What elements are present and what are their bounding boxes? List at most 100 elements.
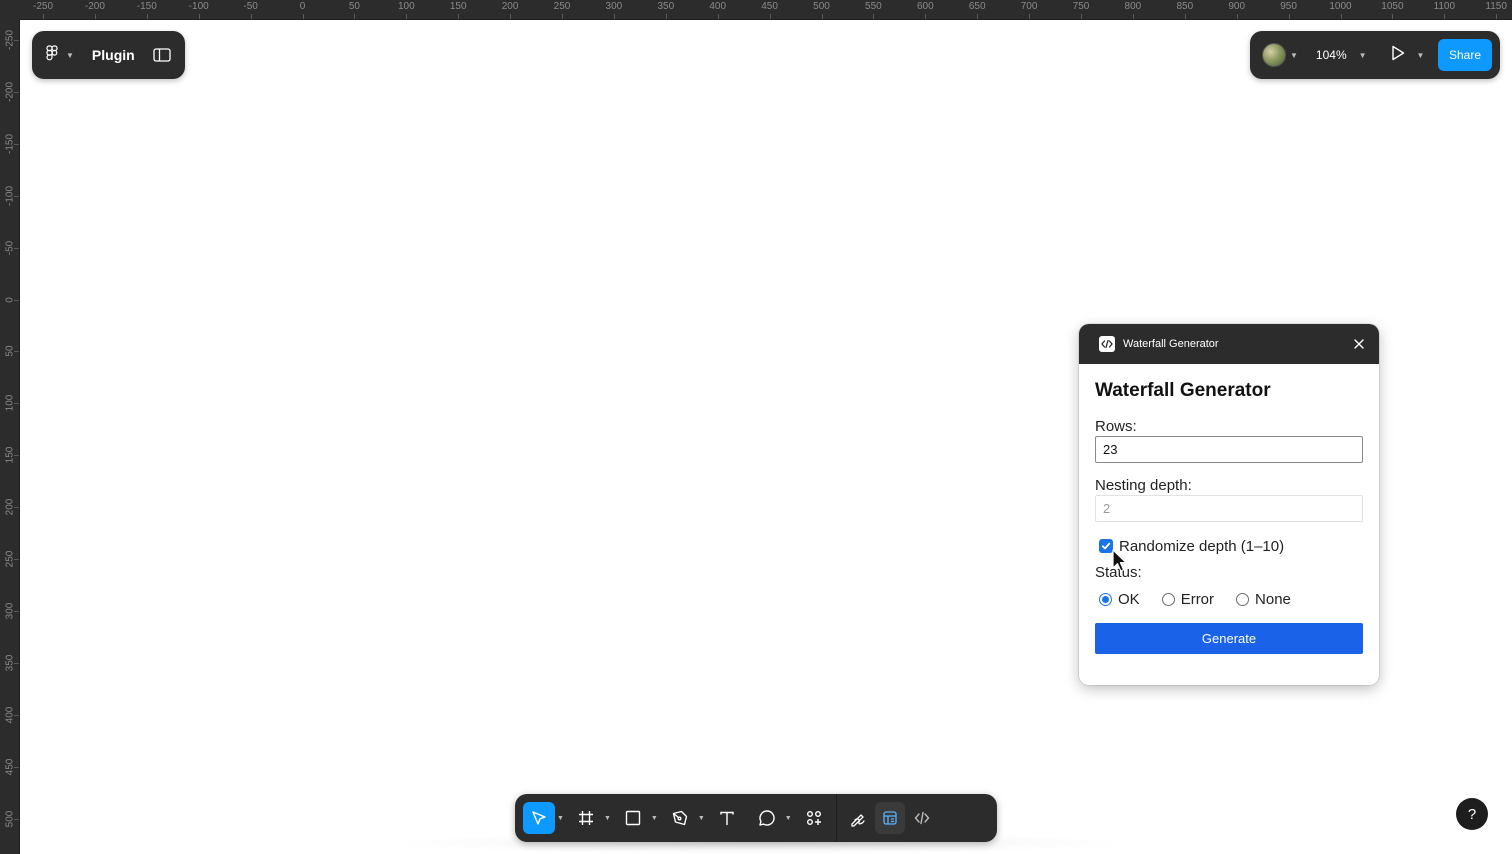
ruler-tick-label: 650 (968, 1, 986, 12)
status-option-ok[interactable]: OK (1099, 591, 1140, 608)
ruler-tick-label: 1000 (1329, 1, 1352, 12)
ruler-tick (14, 610, 19, 612)
share-button[interactable]: Share (1438, 39, 1492, 71)
zoom-dropdown[interactable]: 104% ▼ (1310, 44, 1373, 66)
comment-icon (751, 802, 783, 834)
multiplayer-avatars[interactable]: ▼ (1262, 43, 1298, 67)
status-option-none[interactable]: None (1236, 591, 1291, 608)
bottom-toolbar: ▼ ▼ ▼ ▼ ▼ (515, 794, 997, 842)
components-tool[interactable] (798, 802, 830, 834)
ruler-tick (977, 14, 979, 19)
ruler-tick (14, 247, 19, 249)
file-title[interactable]: Plugin (92, 47, 135, 63)
nesting-depth-input[interactable] (1095, 495, 1363, 522)
pen-icon (664, 802, 696, 834)
help-button[interactable]: ? (1456, 798, 1488, 830)
ruler-tick-label: 300 (605, 1, 623, 12)
mode-switcher (843, 802, 937, 834)
frame-icon (570, 802, 602, 834)
ruler-tick-label: 450 (761, 1, 778, 12)
chevron-down-icon: ▼ (66, 50, 74, 60)
ruler-tick-label: 900 (1228, 1, 1246, 12)
ruler-corner (0, 0, 20, 20)
ruler-tick (14, 714, 19, 716)
ruler-tick (14, 766, 19, 768)
status-option-label: OK (1118, 590, 1140, 608)
plugin-header[interactable]: Waterfall Generator (1079, 324, 1379, 364)
shape-tool[interactable]: ▼ (617, 802, 664, 834)
ruler-tick (1340, 14, 1342, 19)
ruler-tick-label: 400 (709, 1, 727, 12)
plugin-window: Waterfall Generator Waterfall Generator … (1079, 324, 1379, 685)
chevron-down-icon[interactable]: ▼ (604, 815, 611, 822)
frame-tool[interactable]: ▼ (570, 802, 617, 834)
ruler-tick (769, 14, 771, 19)
ruler-tick-label: 950 (1280, 1, 1297, 12)
plugin-window-title: Waterfall Generator (1123, 338, 1219, 350)
ruler-tick (14, 91, 19, 93)
components-icon (798, 802, 830, 834)
comment-tool[interactable]: ▼ (751, 802, 798, 834)
chevron-down-icon: ▼ (1416, 50, 1425, 60)
ruler-tick-label: 0 (299, 1, 306, 12)
main-menu-button[interactable]: ▼ (46, 44, 74, 66)
ruler-tick (925, 14, 927, 19)
ruler-tick-label: -250 (32, 1, 54, 12)
rows-input[interactable] (1095, 436, 1363, 463)
ruler-tick-label: -50 (243, 1, 258, 12)
ruler-tick (1392, 14, 1394, 19)
ruler-tick-label: -100 (188, 1, 209, 12)
pen-tool[interactable]: ▼ (664, 802, 711, 834)
status-radio-none[interactable] (1236, 592, 1250, 606)
close-icon[interactable] (1353, 338, 1365, 350)
move-tool[interactable]: ▼ (523, 802, 570, 834)
randomize-depth-checkbox[interactable] (1099, 539, 1113, 553)
ruler-tick (665, 14, 667, 19)
status-option-label: None (1255, 590, 1291, 608)
randomize-depth-label: Randomize depth (1–10) (1119, 537, 1285, 555)
chevron-down-icon[interactable]: ▼ (785, 815, 792, 822)
ruler-tick (510, 14, 512, 19)
ruler-tick (1288, 14, 1290, 19)
ruler-tick-label: -150 (136, 1, 157, 12)
user-avatar (1262, 43, 1286, 67)
plugin-body: Waterfall Generator Rows: Nesting depth:… (1079, 364, 1379, 654)
file-menu-bar: ▼ Plugin (32, 31, 185, 79)
mouse-cursor-icon (1112, 549, 1128, 578)
status-option-error[interactable]: Error (1161, 590, 1215, 608)
ruler-tick-label: 1050 (1381, 1, 1404, 12)
draw-mode-icon[interactable] (843, 802, 873, 834)
ruler-tick (1444, 14, 1446, 19)
randomize-depth-row[interactable]: Randomize depth (1–10) (1095, 536, 1363, 556)
code-icon (1099, 336, 1115, 352)
sidebar-toggle-icon[interactable] (153, 48, 171, 62)
ruler-tick (406, 14, 408, 19)
figma-logo-icon (46, 44, 58, 66)
ruler-tick (1029, 14, 1031, 19)
play-icon (1391, 45, 1405, 66)
plugin-heading: Waterfall Generator (1095, 380, 1271, 401)
ruler-tick (14, 455, 19, 457)
ruler-tick (14, 195, 19, 197)
status-radio-group: OK Error None (1095, 589, 1363, 609)
status-radio-error[interactable] (1161, 592, 1175, 606)
status-radio-ok[interactable] (1099, 592, 1112, 606)
ruler-tick (302, 14, 304, 19)
chevron-down-icon[interactable]: ▼ (557, 815, 564, 822)
chevron-down-icon[interactable]: ▼ (698, 815, 705, 822)
status-option-label: Error (1180, 590, 1215, 608)
ruler-tick-label: 100 (397, 1, 415, 12)
present-button[interactable]: ▼ (1391, 45, 1425, 66)
dev-mode-icon[interactable] (907, 802, 937, 834)
chevron-down-icon[interactable]: ▼ (651, 815, 658, 822)
generate-button[interactable]: Generate (1095, 623, 1363, 654)
ruler-tick (1236, 14, 1238, 19)
nesting-depth-label: Nesting depth: (1095, 477, 1192, 494)
chevron-down-icon: ▼ (1358, 50, 1367, 60)
ruler-tick (717, 14, 719, 19)
ruler-tick (821, 14, 823, 19)
design-mode-icon[interactable] (874, 802, 905, 834)
ruler-tick (14, 351, 19, 353)
text-tool[interactable] (711, 802, 743, 834)
ruler-tick (146, 14, 148, 19)
